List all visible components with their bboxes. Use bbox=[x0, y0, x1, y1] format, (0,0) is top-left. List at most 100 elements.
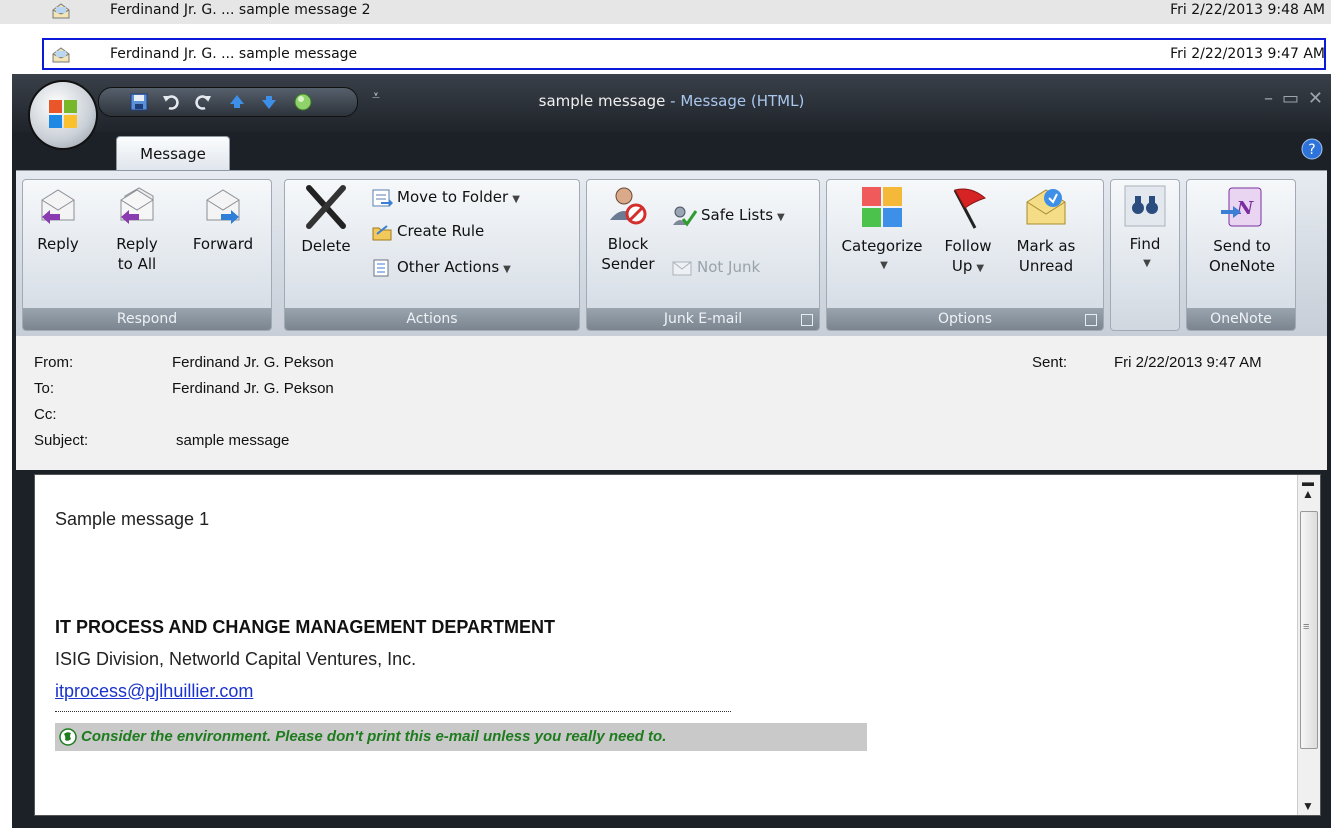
categorize-button[interactable]: Categorize ▼ bbox=[835, 184, 929, 276]
mark-as-unread-label-1: Mark as bbox=[1016, 237, 1076, 255]
reply-all-icon bbox=[120, 187, 154, 224]
move-to-folder-button[interactable]: Move to Folder ▼ bbox=[371, 184, 520, 210]
find-label: Find bbox=[1129, 235, 1161, 253]
title-separator: - bbox=[665, 92, 681, 110]
send-to-onenote-label-1: Send to bbox=[1213, 237, 1271, 255]
environment-note-text: Consider the environment. Please don't p… bbox=[81, 728, 667, 745]
group-find: Find ▼ bbox=[1110, 179, 1180, 331]
maximize-icon[interactable]: ▭ bbox=[1282, 88, 1299, 109]
office-logo-icon bbox=[49, 100, 77, 128]
group-onenote: N Send to OneNote OneNote bbox=[1186, 179, 1296, 331]
forward-icon bbox=[206, 189, 240, 224]
create-rule-button[interactable]: Create Rule bbox=[371, 218, 484, 244]
create-rule-label: Create Rule bbox=[397, 222, 485, 240]
forward-label: Forward bbox=[192, 235, 254, 253]
help-icon[interactable]: ? bbox=[1301, 138, 1323, 160]
dropdown-arrow-icon: ▼ bbox=[512, 194, 520, 205]
delete-button[interactable]: Delete bbox=[293, 184, 359, 256]
from-value[interactable]: Ferdinand Jr. G. Pekson bbox=[172, 354, 334, 371]
ribbon: Reply Reply to All Forward Respond Delet… bbox=[16, 170, 1327, 337]
group-label-respond: Respond bbox=[23, 308, 271, 330]
follow-up-button[interactable]: Follow Up ▼ bbox=[935, 184, 1001, 279]
minimize-icon[interactable]: – bbox=[1264, 88, 1273, 109]
delete-label: Delete bbox=[301, 237, 351, 255]
reply-all-label-2: to All bbox=[117, 255, 157, 273]
reply-label: Reply bbox=[37, 235, 79, 253]
svg-text:N: N bbox=[1236, 198, 1255, 219]
group-junk-email: Block Sender Safe Lists ▼ Not Junk Junk E… bbox=[586, 179, 820, 331]
reply-button[interactable]: Reply bbox=[31, 184, 85, 254]
group-options: Categorize ▼ Follow Up ▼ Mark as Unread O… bbox=[826, 179, 1104, 331]
environment-note: Consider the environment. Please don't p… bbox=[55, 723, 867, 751]
send-to-onenote-label-2: OneNote bbox=[1208, 257, 1276, 275]
follow-up-label-1: Follow bbox=[944, 237, 992, 255]
follow-up-label-2: Up bbox=[951, 257, 973, 275]
delete-icon bbox=[306, 185, 346, 229]
mark-as-unread-icon bbox=[1026, 189, 1066, 225]
signature-division: ISIG Division, Networld Capital Ventures… bbox=[55, 649, 417, 669]
dropdown-arrow-icon: ▼ bbox=[880, 260, 888, 271]
reply-icon bbox=[41, 189, 75, 224]
dropdown-arrow-icon: ▼ bbox=[1143, 258, 1151, 269]
reply-all-label-1: Reply bbox=[116, 235, 158, 253]
inbox-row-selected[interactable]: Ferdinand Jr. G. ... sample message Fri … bbox=[0, 38, 1331, 72]
from-label: From: bbox=[34, 354, 74, 371]
onenote-icon: N bbox=[1221, 187, 1262, 227]
tab-message[interactable]: Message bbox=[116, 136, 230, 171]
send-to-onenote-button[interactable]: N Send to OneNote bbox=[1197, 184, 1287, 276]
signature-department: IT PROCESS AND CHANGE MANAGEMENT DEPARTM… bbox=[55, 617, 556, 637]
svg-text:?: ? bbox=[1308, 142, 1315, 158]
office-button[interactable] bbox=[30, 82, 96, 148]
safe-lists-button[interactable]: Safe Lists ▼ bbox=[671, 202, 785, 228]
mark-as-unread-label-2: Unread bbox=[1018, 257, 1074, 275]
envelope-open-icon bbox=[52, 3, 70, 19]
block-sender-button[interactable]: Block Sender bbox=[595, 184, 661, 274]
not-junk-label: Not Junk bbox=[697, 258, 761, 276]
sent-label: Sent: bbox=[1032, 354, 1068, 371]
find-button[interactable]: Find ▼ bbox=[1119, 184, 1171, 274]
move-to-folder-label: Move to Folder bbox=[397, 188, 509, 206]
other-actions-button[interactable]: Other Actions ▼ bbox=[371, 254, 511, 280]
not-junk-button[interactable]: Not Junk bbox=[671, 254, 760, 280]
envelope-open-icon bbox=[52, 47, 70, 63]
dropdown-arrow-icon: ▼ bbox=[503, 264, 511, 275]
body-text: Sample message 1 bbox=[55, 509, 210, 529]
message-header: From: Ferdinand Jr. G. Pekson To: Ferdin… bbox=[16, 336, 1327, 470]
group-label-options: Options bbox=[827, 308, 1103, 330]
sent-value: Fri 2/22/2013 9:47 AM bbox=[1114, 354, 1262, 371]
dropdown-arrow-icon: ▼ bbox=[976, 263, 985, 274]
group-label-junk-email: Junk E-mail bbox=[587, 308, 819, 330]
message-body[interactable]: Sample message 1 IT PROCESS AND CHANGE M… bbox=[34, 474, 1321, 816]
subject-value: sample message bbox=[176, 432, 290, 449]
close-icon[interactable]: ✕ bbox=[1308, 88, 1323, 109]
inbox-row[interactable]: Ferdinand Jr. G. ... sample message 2 Fr… bbox=[0, 0, 1331, 24]
inbox-row-subject: Ferdinand Jr. G. ... sample message 2 bbox=[110, 2, 371, 18]
junk-dialog-launcher[interactable] bbox=[801, 314, 813, 326]
title-app: Message (HTML) bbox=[680, 92, 805, 110]
scroll-down-icon[interactable]: ▼ bbox=[1302, 799, 1314, 813]
safe-lists-label: Safe Lists bbox=[701, 206, 774, 224]
not-junk-icon bbox=[672, 261, 692, 275]
block-sender-icon bbox=[610, 187, 647, 225]
options-dialog-launcher[interactable] bbox=[1085, 314, 1097, 326]
group-actions: Delete Move to Folder ▼ Create Rule Other… bbox=[284, 179, 580, 331]
subject-label: Subject: bbox=[34, 432, 89, 449]
window-title: sample message - Message (HTML) bbox=[12, 92, 1331, 110]
reply-all-button[interactable]: Reply to All bbox=[105, 184, 169, 274]
flag-icon bbox=[953, 188, 986, 229]
mark-as-unread-button[interactable]: Mark as Unread bbox=[1009, 184, 1083, 276]
to-label: To: bbox=[34, 380, 55, 397]
categorize-label: Categorize bbox=[841, 237, 923, 255]
signature-email-link[interactable]: itprocess@pjlhuillier.com bbox=[55, 681, 253, 702]
to-value[interactable]: Ferdinand Jr. G. Pekson bbox=[172, 380, 334, 397]
vertical-scrollbar[interactable]: ▬ ▲ ≡ ▼ bbox=[1297, 475, 1320, 815]
binoculars-icon bbox=[1124, 185, 1166, 227]
create-rule-icon bbox=[372, 224, 392, 240]
move-to-folder-icon bbox=[372, 189, 393, 207]
title-subject: sample message bbox=[538, 92, 666, 110]
safe-lists-icon bbox=[673, 206, 698, 227]
other-actions-icon bbox=[373, 259, 389, 276]
scroll-up-icon[interactable]: ▲ bbox=[1302, 487, 1314, 501]
forward-button[interactable]: Forward bbox=[183, 184, 263, 254]
cc-label: Cc: bbox=[34, 406, 57, 423]
